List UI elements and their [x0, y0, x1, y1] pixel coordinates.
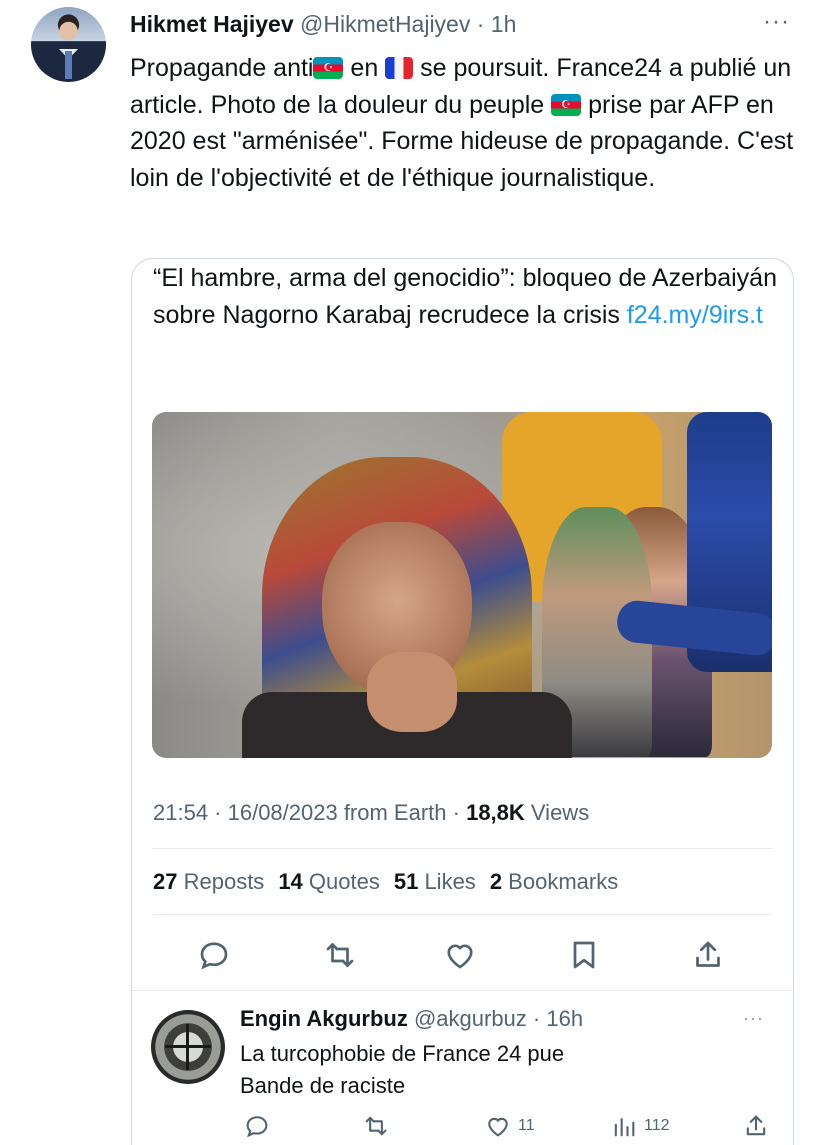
tweet-text-part: en	[343, 54, 386, 82]
like-icon[interactable]	[442, 937, 478, 973]
like-button[interactable]: 11	[484, 1112, 535, 1140]
bookmarks-count: 2	[489, 869, 503, 894]
bookmarks-stat[interactable]: 2 Bookmarks	[490, 869, 618, 894]
author-handle-time[interactable]: @HikmetHajiyev · 1h	[300, 11, 516, 37]
divider	[152, 914, 772, 915]
tweet-text-part: Propagande anti	[130, 54, 314, 82]
reply-icon[interactable]	[196, 937, 232, 973]
reply-line: Bande de raciste	[240, 1073, 406, 1098]
share-icon[interactable]	[690, 937, 726, 973]
share-icon[interactable]	[742, 1112, 770, 1140]
quotes-count: 14	[278, 869, 303, 894]
reposts-count: 27	[153, 869, 178, 894]
more-horizontal-icon[interactable]: ···	[743, 1008, 764, 1029]
author-avatar[interactable]	[31, 7, 106, 82]
quotes-label: Quotes	[302, 869, 380, 894]
more-horizontal-icon[interactable]: ···	[763, 8, 790, 36]
quoted-stats: 27 Reposts 14 Quotes 51 Likes 2 Bookmarks	[153, 869, 618, 895]
reply-line: La turcophobie de France 24 pue	[240, 1041, 565, 1066]
reply-views-count: 112	[644, 1117, 670, 1134]
quoted-action-bar	[152, 933, 772, 977]
france-flag-icon	[385, 57, 414, 79]
bookmark-icon[interactable]	[566, 937, 602, 973]
azerbaijan-flag-icon	[313, 57, 344, 79]
quoted-timestamp[interactable]: 21:54 · 16/08/2023 from Earth ·	[153, 800, 466, 825]
views-chart-icon	[614, 1117, 635, 1137]
reply-icon[interactable]	[243, 1112, 271, 1140]
reply-author-name[interactable]: Engin Akgurbuz	[240, 1006, 408, 1031]
reply-action-bar: 11 112	[240, 1112, 780, 1142]
divider	[152, 848, 772, 849]
quoted-timestamp-line: 21:54 · 16/08/2023 from Earth · 18,8K Vi…	[153, 800, 589, 826]
photo-hand	[367, 652, 457, 732]
divider	[132, 990, 792, 991]
quoted-headline: “El hambre, arma del genocidio”: bloqueo…	[153, 260, 778, 334]
bookmarks-label: Bookmarks	[502, 869, 619, 894]
tweet-text: Propagande anti en se poursuit. France24…	[130, 50, 800, 196]
like-icon	[488, 1117, 508, 1137]
repost-icon[interactable]	[362, 1112, 390, 1140]
repost-icon[interactable]	[322, 937, 358, 973]
reply-text: La turcophobie de France 24 pue Bande de…	[240, 1038, 760, 1102]
views-button[interactable]: 112	[610, 1112, 670, 1140]
reply-header: Engin Akgurbuz @akgurbuz · 16h	[240, 1006, 583, 1032]
likes-label: Likes	[418, 869, 476, 894]
azerbaijan-flag-icon	[551, 93, 582, 116]
reposts-stat[interactable]: 27 Reposts	[153, 869, 264, 894]
reposts-label: Reposts	[177, 869, 265, 894]
likes-count: 51	[393, 869, 419, 894]
views-label: Views	[524, 800, 590, 825]
reply-likes-count: 11	[518, 1117, 535, 1134]
clock-hand	[165, 1045, 211, 1048]
quotes-stat[interactable]: 14 Quotes	[278, 869, 380, 894]
tweet-header: Hikmet Hajiyev @HikmetHajiyev · 1h	[130, 10, 516, 38]
reply-author-avatar[interactable]	[151, 1010, 225, 1084]
author-name[interactable]: Hikmet Hajiyev	[130, 11, 294, 37]
likes-stat[interactable]: 51 Likes	[394, 869, 476, 894]
quoted-photo[interactable]	[152, 412, 772, 758]
quoted-link[interactable]: f24.my/9irs.t	[627, 301, 763, 329]
avatar-tie	[65, 51, 72, 79]
views-count: 18,8K	[466, 800, 525, 825]
reply-author-handle-time[interactable]: @akgurbuz · 16h	[408, 1006, 583, 1031]
